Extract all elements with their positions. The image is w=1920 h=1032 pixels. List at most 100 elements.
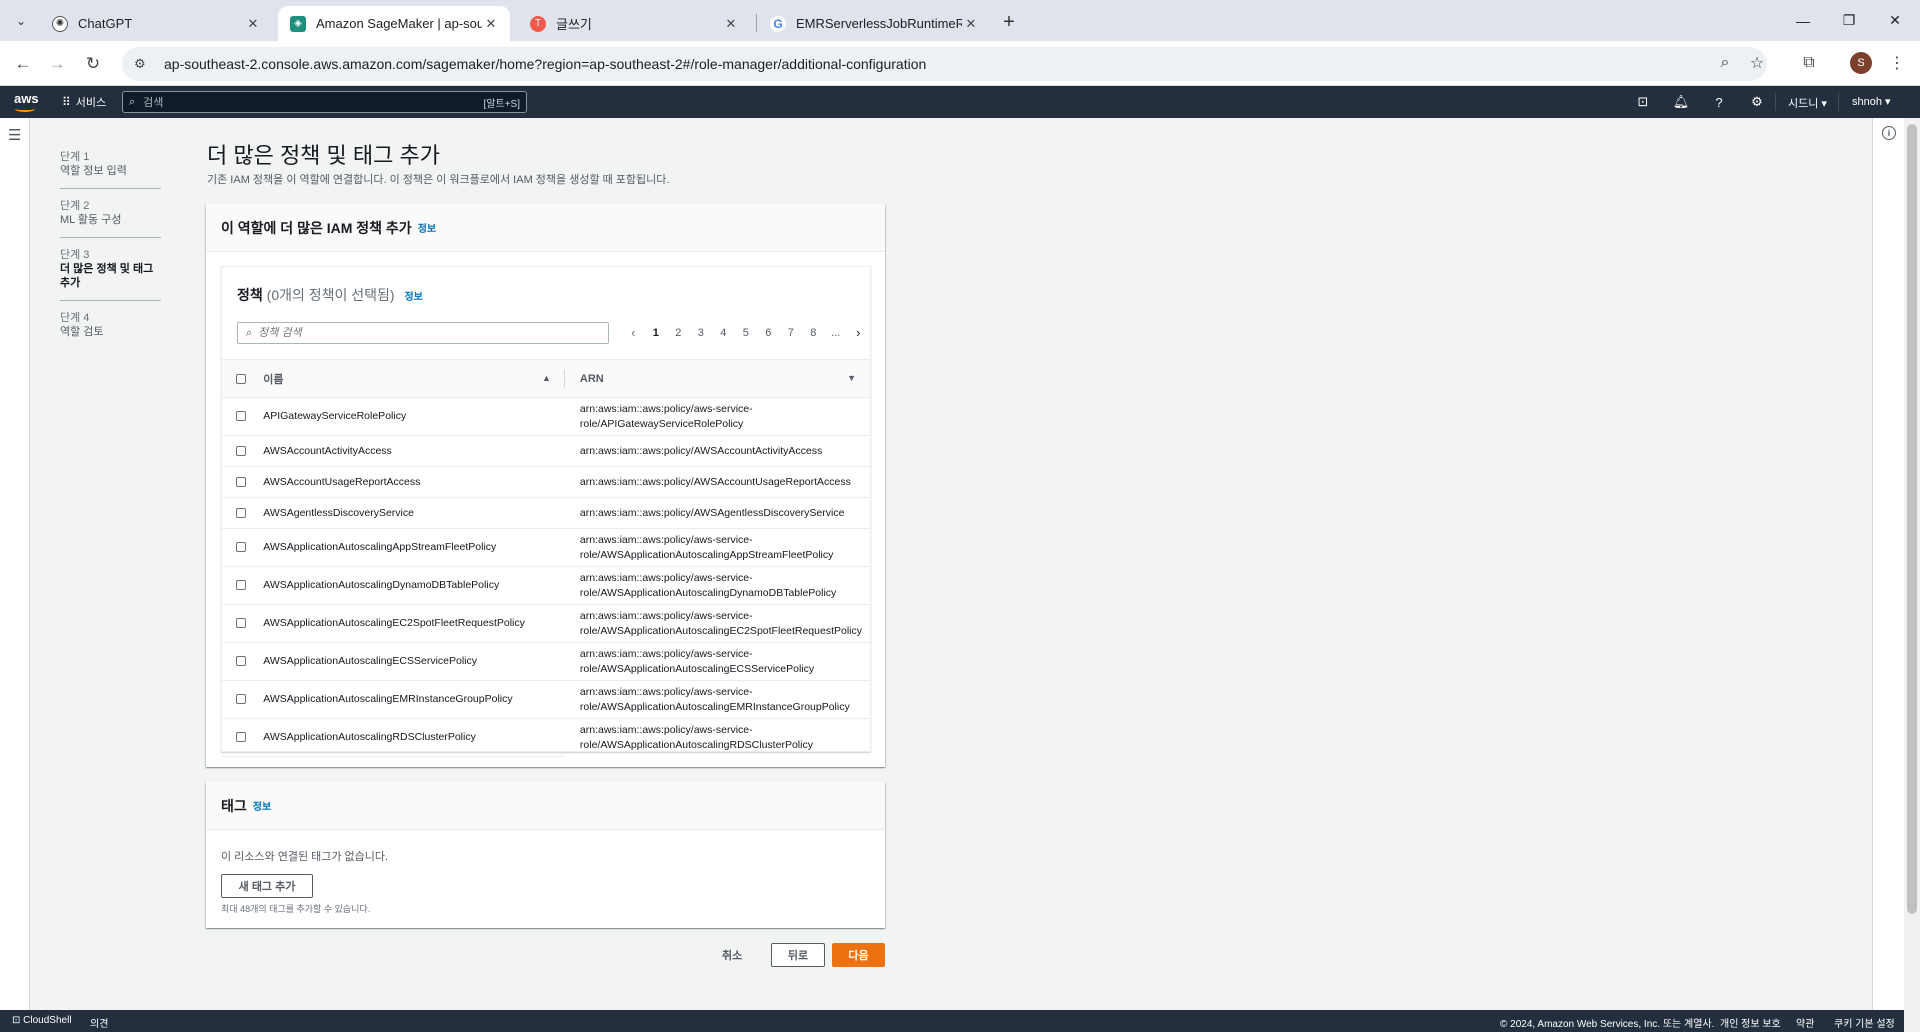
reload-icon[interactable]: ↻ (78, 49, 108, 79)
privacy-link[interactable]: 개인 정보 보호 (1720, 1015, 1781, 1030)
row-checkbox[interactable] (236, 411, 246, 422)
services-menu-button[interactable]: ⠿ 서비스 (62, 94, 106, 110)
table-row[interactable]: APIGatewayServiceRolePolicy arn:aws:iam:… (222, 397, 870, 436)
policy-search-field[interactable]: ⌕ (237, 322, 609, 344)
header-divider (1775, 93, 1776, 111)
terms-link[interactable]: 약관 (1796, 1015, 1814, 1030)
select-all-cell (222, 359, 264, 398)
minimize-icon[interactable]: — (1780, 0, 1826, 41)
info-link[interactable]: 정보 (418, 220, 436, 235)
settings-gear-icon[interactable]: ⚙ (1747, 94, 1767, 110)
wizard-step-1[interactable]: 단계 1 역할 정보 입력 (60, 150, 161, 189)
page-number[interactable]: 5 (735, 327, 758, 339)
row-checkbox[interactable] (236, 507, 246, 518)
column-header-arn[interactable]: ARN ▼ (564, 359, 870, 398)
tools-rail: i (1872, 118, 1904, 1010)
column-label: ARN (579, 372, 604, 385)
table-row[interactable]: AWSApplicationAutoscalingRDSClusterPolic… (222, 718, 870, 757)
tab-search-chevron-icon[interactable]: ⌄ (8, 8, 34, 34)
select-all-checkbox[interactable] (236, 373, 246, 384)
page-number[interactable]: 6 (757, 327, 780, 339)
close-icon[interactable]: ✕ (482, 15, 500, 33)
row-checkbox[interactable] (236, 476, 246, 487)
policy-search-input[interactable] (258, 327, 579, 339)
url-omnibox[interactable]: ⚙ ap-southeast-2.console.aws.amazon.com/… (122, 47, 1767, 81)
window-close-icon[interactable]: ✕ (1872, 0, 1918, 41)
info-link[interactable]: 정보 (404, 292, 422, 303)
extensions-puzzle-icon[interactable]: ⧉ (1794, 48, 1824, 78)
row-checkbox[interactable] (236, 542, 246, 553)
table-row[interactable]: AWSAccountActivityAccess arn:aws:iam::aw… (222, 435, 870, 467)
page-number[interactable]: 7 (780, 327, 803, 339)
row-checkbox[interactable] (236, 580, 246, 591)
back-arrow-icon[interactable]: ← (8, 49, 38, 79)
cloudshell-link[interactable]: ⊡ CloudShell (12, 1015, 72, 1026)
row-checkbox[interactable] (236, 656, 246, 667)
table-row[interactable]: AWSAccountUsageReportAccess arn:aws:iam:… (222, 466, 870, 498)
close-icon[interactable]: ✕ (962, 15, 980, 33)
wizard-step-2[interactable]: 단계 2 ML 활동 구성 (60, 199, 161, 238)
table-row[interactable]: AWSApplicationAutoscalingDynamoDBTablePo… (222, 566, 870, 605)
wizard-step-4[interactable]: 단계 4 역할 검토 (60, 311, 161, 349)
region-selector[interactable]: 시드니 ▾ (1788, 95, 1827, 111)
aws-logo[interactable]: aws (14, 91, 39, 112)
tab-chatgpt[interactable]: ✺ ChatGPT ✕ (40, 6, 272, 41)
tab-separator (756, 14, 757, 32)
site-settings-icon[interactable]: ⚙ (134, 56, 154, 72)
cloudshell-icon[interactable]: ⊡ (1633, 94, 1653, 110)
aws-search-input[interactable]: ⌕ 검색 [알트+S] (122, 91, 527, 113)
page-number[interactable]: 4 (712, 327, 735, 339)
arn-line: role/AWSApplicationAutoscalingEMRInstanc… (579, 700, 850, 713)
help-icon[interactable]: ? (1709, 94, 1729, 110)
close-icon[interactable]: ✕ (244, 15, 262, 33)
policy-name: AWSApplicationAutoscalingDynamoDBTablePo… (263, 566, 565, 605)
cookie-preferences-link[interactable]: 쿠키 기본 설정 (1834, 1015, 1895, 1030)
menu-hamburger-icon[interactable]: ☰ (8, 126, 21, 144)
profile-avatar[interactable]: S (1850, 52, 1872, 74)
notifications-bell-icon[interactable]: 🔔︎ (1671, 94, 1691, 110)
arn-line: arn:aws:iam::aws:policy/aws-service- (579, 402, 753, 415)
bookmark-star-icon[interactable]: ☆ (1742, 48, 1772, 78)
column-header-name[interactable]: 이름 ▲ (263, 359, 565, 398)
back-button[interactable]: 뒤로 (771, 943, 825, 967)
page-number[interactable]: 2 (667, 327, 690, 339)
tab-sagemaker[interactable]: ◈ Amazon SageMaker | ap-south ✕ (278, 6, 510, 41)
forward-arrow-icon[interactable]: → (42, 49, 72, 79)
tab-write[interactable]: T 글쓰기 ✕ (518, 6, 750, 41)
scrollbar-thumb[interactable] (1907, 124, 1917, 914)
table-row[interactable]: AWSApplicationAutoscalingEMRInstanceGrou… (222, 680, 870, 719)
tab-title: ChatGPT (78, 16, 133, 31)
page-number[interactable]: 3 (690, 327, 713, 339)
close-icon[interactable]: ✕ (722, 15, 740, 33)
info-link[interactable]: 정보 (253, 798, 271, 813)
zoom-icon[interactable]: ⌕ (1710, 48, 1740, 78)
chevron-right-icon[interactable]: › (847, 325, 870, 340)
add-new-tag-button[interactable]: 새 태그 추가 (221, 874, 313, 898)
table-row[interactable]: AWSAgentlessDiscoveryService arn:aws:iam… (222, 497, 870, 529)
restore-icon[interactable]: ❐ (1826, 0, 1872, 41)
new-tab-icon[interactable]: + (996, 9, 1022, 35)
page-scrollbar[interactable] (1904, 118, 1920, 1032)
row-select-cell (222, 604, 264, 643)
table-title-text: 정책 (237, 287, 263, 303)
browser-menu-icon[interactable]: ⋮ (1882, 48, 1912, 78)
row-checkbox[interactable] (236, 618, 246, 629)
sort-descending-icon[interactable]: ▼ (847, 373, 856, 383)
table-row[interactable]: AWSApplicationAutoscalingAppStreamFleetP… (222, 528, 870, 567)
sort-ascending-icon[interactable]: ▲ (542, 373, 551, 383)
chevron-left-icon[interactable]: ‹ (622, 325, 645, 340)
row-checkbox[interactable] (236, 694, 246, 705)
page-number[interactable]: 1 (645, 327, 668, 339)
info-panel-icon[interactable]: i (1882, 126, 1896, 140)
next-button[interactable]: 다음 (832, 943, 885, 967)
table-row[interactable]: AWSApplicationAutoscalingECSServicePolic… (222, 642, 870, 681)
feedback-link[interactable]: 의견 (90, 1015, 108, 1030)
page-number[interactable]: 8 (802, 327, 825, 339)
cancel-button[interactable]: 취소 (722, 947, 742, 963)
tab-emr-role[interactable]: G EMRServerlessJobRuntimeRole ✕ (758, 6, 990, 41)
account-menu[interactable]: shnoh ▾ (1852, 95, 1891, 108)
row-checkbox[interactable] (236, 732, 246, 743)
url-text[interactable]: ap-southeast-2.console.aws.amazon.com/sa… (164, 56, 926, 72)
row-checkbox[interactable] (236, 445, 246, 456)
table-row[interactable]: AWSApplicationAutoscalingEC2SpotFleetReq… (222, 604, 870, 643)
